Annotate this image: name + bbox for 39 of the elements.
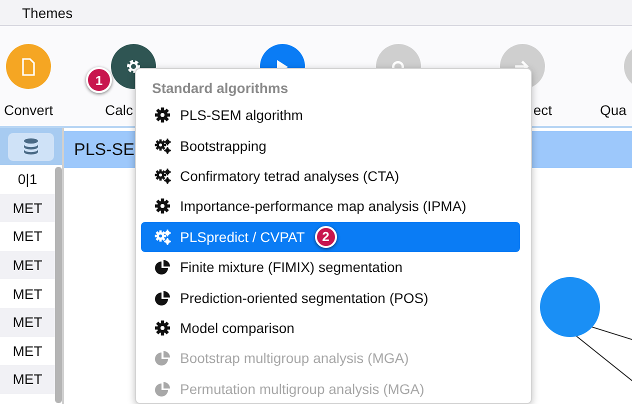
table-cell: MET xyxy=(0,365,55,394)
document-icon xyxy=(22,58,35,76)
table-cell-text: 0|1 xyxy=(16,170,38,190)
table-cell: MET xyxy=(0,308,55,337)
table-cell-text: MET xyxy=(12,284,44,304)
step-badge: 2 xyxy=(314,226,337,248)
menu-item[interactable]: Finite mixture (FIMIX) segmentation xyxy=(141,252,526,282)
pie-chart-icon xyxy=(154,380,172,397)
gear-icon xyxy=(154,320,172,336)
menu-item[interactable]: Confirmatory tetrad analyses (CTA) xyxy=(141,160,526,192)
gear-icon xyxy=(154,198,172,214)
database-button[interactable] xyxy=(8,132,54,160)
menu-section-header: Standard algorithms xyxy=(151,79,290,98)
toolbar-label: ect xyxy=(533,102,552,118)
table-cell: MET xyxy=(0,194,55,222)
table-cell-text: MET xyxy=(12,342,44,361)
pie-chart-icon xyxy=(154,259,172,276)
menu-item[interactable]: Importance-performance map analysis (IPMA) xyxy=(141,191,526,222)
toolbar-label: Qua xyxy=(600,102,626,118)
gear-icon xyxy=(154,107,172,124)
gears-icon xyxy=(154,168,172,184)
step-badge: 1 xyxy=(86,67,112,93)
toolbar-label: Calc xyxy=(105,102,134,118)
toolbar-label: Convert xyxy=(4,102,54,118)
editor-tab[interactable]: PLS-SE xyxy=(74,140,134,160)
pie-chart-icon xyxy=(154,290,172,306)
pie-chart-icon xyxy=(154,350,172,366)
menu-item[interactable]: PLS-SEM algorithm xyxy=(141,100,526,130)
table-cell-text: MET xyxy=(12,227,44,246)
menu-item[interactable]: Bootstrapping xyxy=(141,130,526,161)
menu-item[interactable]: Model comparison xyxy=(141,312,526,344)
scrollbar[interactable] xyxy=(55,167,62,403)
gears-icon xyxy=(154,138,172,154)
gears-icon xyxy=(154,228,172,245)
table-cell: MET xyxy=(0,250,55,280)
menu-item[interactable]: PLSpredict / CVPAT 2 xyxy=(141,222,520,252)
menu-item[interactable]: Themes xyxy=(22,4,73,20)
database-icon xyxy=(23,138,39,156)
menu-item[interactable]: Prediction-oriented segmentation (POS) xyxy=(141,282,526,313)
